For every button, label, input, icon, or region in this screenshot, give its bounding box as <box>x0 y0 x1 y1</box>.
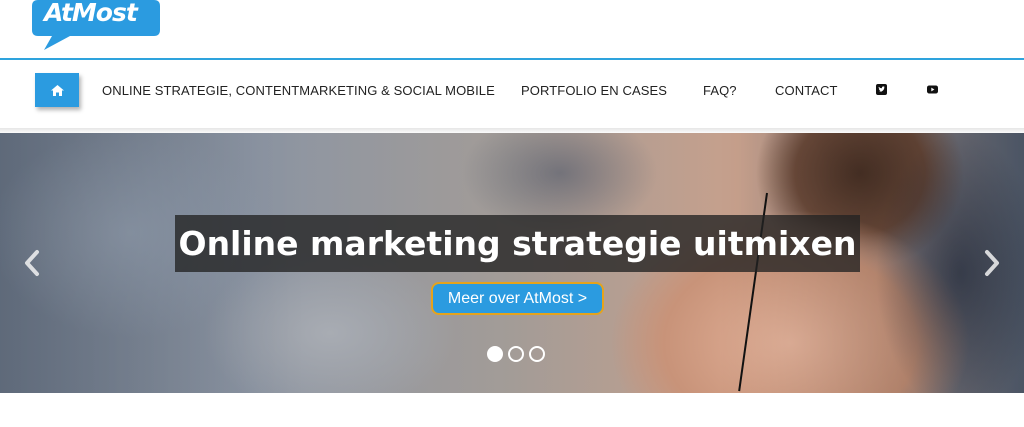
chevron-right-icon <box>985 250 999 276</box>
twitter-icon[interactable] <box>876 84 887 95</box>
hero-slider: Online marketing strategie uitmixen Meer… <box>0 133 1024 393</box>
slider-next-button[interactable] <box>981 248 1003 278</box>
logo-text: AtMost <box>44 0 138 27</box>
hero-headline: Online marketing strategie uitmixen <box>175 215 860 272</box>
slider-pagination <box>487 346 549 364</box>
meer-over-atmost-button[interactable]: Meer over AtMost > <box>431 282 604 315</box>
main-navigation: ONLINE STRATEGIE, CONTENTMARKETING & SOC… <box>0 60 1024 130</box>
nav-item-faq[interactable]: FAQ? <box>703 83 737 98</box>
home-icon <box>50 84 64 96</box>
site-header: AtMost <box>0 0 1024 58</box>
slider-prev-button[interactable] <box>21 248 43 278</box>
slide-dot-3[interactable] <box>529 346 545 362</box>
nav-item-portfolio[interactable]: PORTFOLIO EN CASES <box>521 83 667 98</box>
slide-dot-1[interactable] <box>487 346 503 362</box>
slide-dot-2[interactable] <box>508 346 524 362</box>
content-area <box>0 393 1024 427</box>
nav-item-online-strategie[interactable]: ONLINE STRATEGIE, CONTENTMARKETING & SOC… <box>102 83 495 98</box>
chevron-left-icon <box>25 250 39 276</box>
nav-item-contact[interactable]: CONTACT <box>775 83 838 98</box>
atmost-logo[interactable]: AtMost <box>30 0 162 52</box>
home-button[interactable] <box>35 73 79 107</box>
youtube-icon[interactable] <box>927 84 938 95</box>
